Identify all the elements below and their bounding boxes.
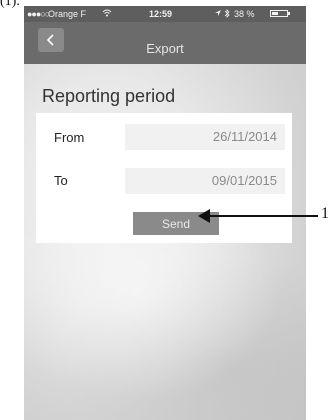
signal-icon: ●●●○○ bbox=[27, 9, 50, 19]
status-time: 12:59 bbox=[149, 9, 173, 19]
bluetooth-icon bbox=[224, 9, 230, 20]
battery-percent: 38 % bbox=[234, 9, 255, 19]
battery-icon bbox=[270, 10, 290, 17]
from-date-field[interactable]: 26/11/2014 bbox=[125, 124, 285, 150]
phone-screen: ●●●○○ Orange F 12:59 38 % Export Reporti… bbox=[24, 6, 306, 420]
callout-arrow-line bbox=[207, 215, 318, 217]
from-label: From bbox=[54, 130, 85, 145]
location-icon bbox=[214, 9, 222, 19]
callout-number: 1 bbox=[321, 205, 329, 222]
carrier-name: Orange F bbox=[48, 9, 87, 19]
navigation-bar: Export bbox=[24, 22, 306, 64]
to-date-field[interactable]: 09/01/2015 bbox=[125, 168, 285, 194]
status-bar: ●●●○○ Orange F 12:59 38 % bbox=[24, 6, 306, 22]
to-label: To bbox=[54, 173, 68, 188]
section-title: Reporting period bbox=[42, 86, 176, 106]
reporting-period-card: From 26/11/2014 To 09/01/2015 Send bbox=[36, 113, 292, 243]
callout-arrow-head bbox=[198, 209, 210, 223]
figure-caption: (1). bbox=[0, 0, 20, 9]
wifi-icon bbox=[102, 9, 112, 19]
page-title: Export bbox=[146, 41, 184, 56]
